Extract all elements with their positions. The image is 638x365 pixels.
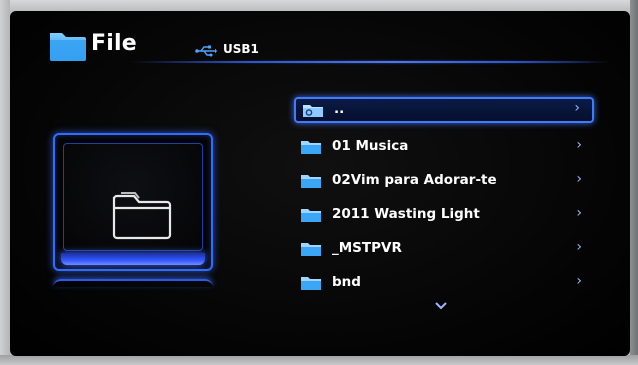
folder-icon [301,209,321,222]
preview-frame [63,143,203,251]
tv-bezel-left [0,0,10,365]
folder-icon [301,277,321,290]
parent-folder-icon [303,105,323,117]
tv-bezel-right [630,0,638,365]
chevron-down-icon[interactable] [434,301,448,311]
chevron-right-icon: › [576,239,582,255]
list-item-label: 02Vim para Adorar-te [332,172,497,188]
list-item[interactable]: 01 Musica › [294,134,594,160]
list-item[interactable]: bnd › [294,270,594,296]
list-item[interactable]: 2011 Wasting Light › [294,202,594,228]
chevron-right-icon: › [576,137,582,153]
usb-icon [195,45,217,57]
folder-icon [301,243,321,256]
chevron-right-icon: › [576,205,582,221]
page-title: File [91,31,137,56]
preview-base [53,279,213,287]
device-label: USB1 [223,42,259,56]
list-item[interactable]: _MSTPVR › [294,236,594,262]
folder-icon [301,141,321,154]
tv-screen: File USB1 .. › 01 Musica › 02Vim para Ad… [10,11,630,356]
preview-glow-bar [61,253,205,265]
list-item-label: bnd [332,274,361,290]
tv-bezel-bottom [0,355,638,365]
list-item-label: .. [334,101,345,117]
folder-outline-icon [112,192,172,240]
list-item-label: 2011 Wasting Light [332,206,480,222]
list-item-label: 01 Musica [332,138,409,154]
folder-icon [301,175,321,188]
chevron-right-icon: › [574,100,580,116]
list-item-label: _MSTPVR [332,240,402,256]
list-item[interactable]: 02Vim para Adorar-te › [294,168,594,194]
header-divider [130,61,610,63]
chevron-right-icon: › [576,273,582,289]
folder-icon [50,33,86,61]
chevron-right-icon: › [576,171,582,187]
list-item-parent[interactable]: .. › [294,97,594,123]
preview-panel [53,133,213,271]
